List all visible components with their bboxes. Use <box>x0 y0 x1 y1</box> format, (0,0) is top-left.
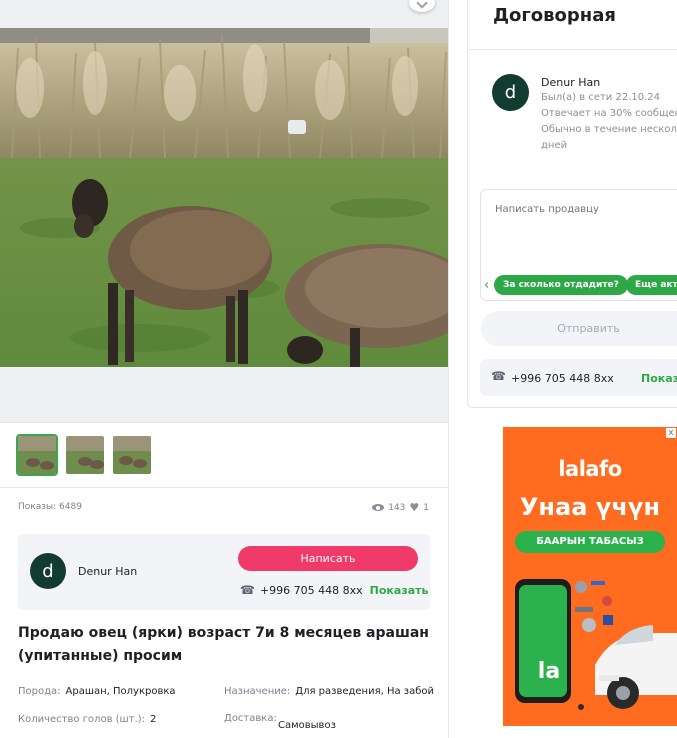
thumbnail-3[interactable] <box>111 434 153 476</box>
price-sidebar: Договорная d Denur Han Был(а) в сети 22.… <box>467 0 677 408</box>
attribute-value: 2 <box>149 714 157 725</box>
attribute-value: Для разведения, На забой <box>295 686 435 697</box>
attribute-key: Назначение: <box>224 686 291 697</box>
phone-number: +996 705 448 8xx <box>511 372 614 385</box>
thumbnail-strip <box>0 422 448 488</box>
attribute-key: Порода: <box>18 686 61 697</box>
likes-count: 1 <box>423 502 429 513</box>
seller-name[interactable]: Denur Han <box>541 76 600 89</box>
message-placeholder: Написать продавцу <box>495 204 599 215</box>
photo-gallery[interactable] <box>0 0 448 422</box>
listing-main-column: Показы: 6489 143 ♥ 1 d Denur Han Написат… <box>0 0 449 738</box>
attribute-key: Доставка: <box>224 713 277 724</box>
close-icon[interactable]: x <box>666 428 676 438</box>
ad-illustration <box>515 579 677 710</box>
attribute-value: Арашан, Полукровка <box>65 686 176 697</box>
thumbnail-2[interactable] <box>64 434 106 476</box>
eye-count: 143 <box>388 502 406 513</box>
chevron-down-icon[interactable] <box>409 0 435 12</box>
phone-icon: ☎ <box>491 369 506 383</box>
phone-row: ☎ +996 705 448 8xx Показать <box>240 583 428 597</box>
attribute-head-count: Количество голов (шт.): 2 <box>18 714 156 725</box>
listing-stats: Показы: 6489 143 ♥ 1 <box>18 502 432 514</box>
attribute-breed: Порода: Арашан, Полукровка <box>18 686 176 697</box>
last-seen: Был(а) в сети 22.10.24 <box>541 92 661 103</box>
sheep-photo-image <box>0 28 448 367</box>
listing-title: Продаю овец (ярки) возраст 7и 8 месяцев … <box>18 625 429 664</box>
phone-number: +996 705 448 8xx <box>259 583 363 597</box>
show-phone-link[interactable]: Показать <box>370 584 429 597</box>
avatar[interactable]: d <box>30 553 66 589</box>
thumbnail-1[interactable] <box>16 434 58 476</box>
eye-icon <box>372 504 385 511</box>
listing-attributes: Порода: Арашан, Полукровка Назначение: Для… <box>18 684 438 738</box>
listing-photo[interactable] <box>0 28 448 367</box>
avatar[interactable]: d <box>492 74 529 111</box>
attribute-purpose: Назначение: Для разведения, На забой <box>224 686 434 697</box>
attribute-delivery-value: Самовывоз <box>278 720 336 731</box>
reply-time: Обычно в течение нескольк <box>541 124 677 135</box>
attribute-value: Самовывоз <box>278 720 336 731</box>
sidebar-phone: ☎ +996 705 448 8xx Показ <box>480 359 677 396</box>
message-input[interactable]: Написать продавцу ‹ За сколько отдадите?… <box>480 189 677 301</box>
send-button[interactable]: Отправить <box>481 311 677 346</box>
seller-name[interactable]: Denur Han <box>78 565 137 578</box>
write-button[interactable]: Написать <box>238 546 418 571</box>
attribute-delivery-key: Доставка: <box>224 713 277 724</box>
show-phone-link[interactable]: Показ <box>641 372 677 385</box>
ad-pill: БААРЫН ТАБАСЫЗ <box>515 531 665 553</box>
reply-rate: Отвечает на 30% сообщени <box>541 108 677 119</box>
ad-headline: Унаа үчүн <box>519 493 661 521</box>
chevron-left-icon[interactable]: ‹ <box>484 279 489 292</box>
heart-icon[interactable]: ♥ <box>409 502 419 513</box>
phone-icon: ☎ <box>240 583 255 597</box>
seller-card: d Denur Han Написать ☎ +996 705 448 8xx … <box>18 534 430 610</box>
ad-phone-logo: la <box>537 659 561 684</box>
ad-logo: lalafo <box>558 457 622 481</box>
quick-reply-chip[interactable]: Еще акту <box>626 275 677 295</box>
attribute-key: Количество голов (шт.): <box>18 714 145 725</box>
views-count: Показы: 6489 <box>18 502 82 512</box>
ad-banner[interactable]: x lalafo Унаа үчүн БААРЫН ТАБАСЫЗ la <box>503 427 677 726</box>
quick-reply-chip[interactable]: За сколько отдадите? <box>494 275 628 295</box>
divider <box>468 49 677 50</box>
listing-page: Показы: 6489 143 ♥ 1 d Denur Han Написат… <box>0 0 677 738</box>
price: Договорная <box>493 5 616 26</box>
engagement-counts: 143 ♥ 1 <box>372 502 429 513</box>
reply-time-cont: дней <box>541 140 568 151</box>
